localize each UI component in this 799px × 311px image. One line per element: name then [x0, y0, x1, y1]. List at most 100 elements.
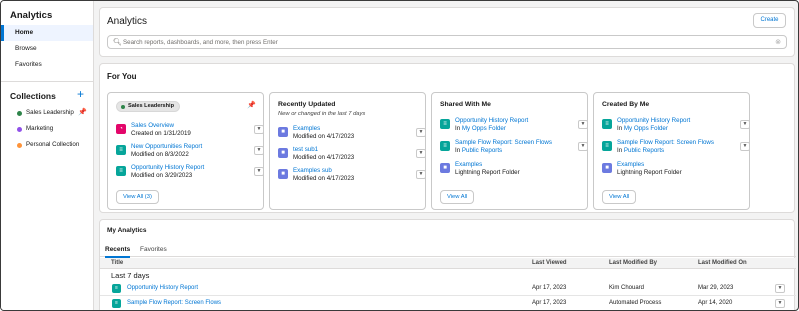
item-name[interactable]: Opportunity History Report [131, 164, 204, 171]
item-name[interactable]: Sales Overview [131, 122, 174, 129]
item-menu-button[interactable]: ▼ [254, 167, 264, 176]
row-title-link[interactable]: Sample Flow Report: Screen Flows [127, 300, 221, 306]
folder-icon: ■ [440, 163, 450, 173]
view-all-button[interactable]: View All (3) [116, 190, 159, 204]
add-collection-button[interactable]: + [77, 88, 84, 100]
item-meta: Modified on 8/3/2022 [131, 151, 189, 158]
table-row[interactable]: ≡ Opportunity History Report Apr 17, 202… [100, 282, 796, 296]
item-menu-button[interactable]: ▼ [740, 120, 750, 129]
sidebar-item-browse[interactable]: Browse [1, 41, 93, 57]
row-modified-by: Kim Chouard [609, 285, 645, 291]
collection-color-dot [17, 127, 22, 132]
item-menu-button[interactable]: ▼ [254, 146, 264, 155]
sidebar-item-home[interactable]: Home [1, 25, 93, 41]
search-input[interactable]: 🔍︎ Search reports, dashboards, and more,… [107, 35, 787, 49]
item-name[interactable]: New Opportunities Report [131, 143, 202, 150]
column-header-title[interactable]: Title [111, 260, 123, 266]
table-header: Title Last Viewed Last Modified By Last … [100, 258, 796, 269]
list-item[interactable]: ■ Examples Lightning Report Folder [602, 161, 742, 181]
item-name[interactable]: Opportunity History Report [455, 117, 528, 124]
collection-pill[interactable]: Sales Leadership [116, 101, 180, 112]
list-item[interactable]: ≡ Opportunity History Report In My Opps … [602, 117, 750, 137]
my-analytics-title: My Analytics [107, 227, 147, 234]
row-modified-by: Automated Process [609, 300, 662, 306]
list-item[interactable]: ■ Examples sub Modified on 4/17/2023 ▼ [278, 167, 426, 187]
folder-icon: ■ [278, 127, 288, 137]
list-item[interactable]: ■ Examples Modified on 4/17/2023 ▼ [278, 125, 426, 145]
created-by-me-card: Created By Me ≡ Opportunity History Repo… [593, 92, 750, 210]
view-all-button[interactable]: View All [602, 190, 637, 204]
item-menu-button[interactable]: ▼ [740, 142, 750, 151]
column-header-last-modified-on[interactable]: Last Modified On [698, 260, 747, 266]
row-menu-button[interactable]: ▼ [775, 299, 785, 308]
sidebar-divider [1, 81, 93, 82]
list-item[interactable]: ◔ Sales Overview Created on 1/31/2019 ▼ [116, 122, 264, 142]
recently-updated-card: Recently Updated New or changed in the l… [269, 92, 426, 210]
folder-icon: ■ [602, 163, 612, 173]
create-button[interactable]: Create [753, 13, 786, 28]
card-title: Recently Updated [278, 101, 336, 108]
report-icon: ≡ [112, 284, 121, 293]
shared-with-me-card: Shared With Me ≡ Opportunity History Rep… [431, 92, 588, 210]
column-header-last-modified-by[interactable]: Last Modified By [609, 260, 657, 266]
sidebar-item-favorites[interactable]: Favorites [1, 57, 93, 73]
item-meta: In My Opps Folder [617, 125, 668, 132]
item-name[interactable]: Opportunity History Report [617, 117, 690, 124]
item-menu-button[interactable]: ▼ [416, 128, 426, 137]
collection-item-marketing[interactable]: Marketing [1, 121, 93, 137]
folder-link[interactable]: My Opps Folder [624, 125, 668, 132]
folder-link[interactable]: My Opps Folder [462, 125, 506, 132]
list-item[interactable]: ≡ Opportunity History Report In My Opps … [440, 117, 588, 137]
for-you-title: For You [107, 72, 137, 81]
list-item[interactable]: ≡ Sample Flow Report: Screen Flows In Pu… [602, 139, 750, 159]
row-last-viewed: Apr 17, 2023 [532, 285, 567, 291]
clear-search-icon[interactable]: ⊗ [775, 38, 781, 46]
pin-icon[interactable]: 📌 [247, 101, 256, 109]
row-last-viewed: Apr 17, 2023 [532, 300, 567, 306]
tab-recents[interactable]: Recents [105, 246, 131, 258]
list-item[interactable]: ■ Examples Lightning Report Folder [440, 161, 580, 181]
page-header: Analytics Create 🔍︎ Search reports, dash… [99, 7, 795, 57]
item-menu-button[interactable]: ▼ [578, 120, 588, 129]
view-all-button[interactable]: View All [440, 190, 475, 204]
collection-item-sales-leadership[interactable]: Sales Leadership 📌 [1, 105, 93, 121]
collection-label: Sales Leadership [26, 109, 74, 116]
row-title-link[interactable]: Opportunity History Report [127, 285, 198, 291]
sidebar-title: Analytics [10, 10, 53, 21]
table-row[interactable]: ≡ Sample Flow Report: Screen Flows Apr 1… [100, 297, 796, 310]
item-name[interactable]: Sample Flow Report: Screen Flows [617, 139, 714, 146]
item-menu-button[interactable]: ▼ [416, 149, 426, 158]
row-modified-on: Mar 29, 2023 [698, 285, 734, 291]
collection-color-dot [17, 143, 22, 148]
column-header-last-viewed[interactable]: Last Viewed [532, 260, 567, 266]
item-menu-button[interactable]: ▼ [254, 125, 264, 134]
item-meta: Modified on 4/17/2023 [293, 154, 355, 161]
dashboard-icon: ◔ [116, 124, 126, 134]
list-item[interactable]: ■ test sub1 Modified on 4/17/2023 ▼ [278, 146, 426, 166]
item-name[interactable]: Examples [455, 161, 482, 168]
row-menu-button[interactable]: ▼ [775, 284, 785, 293]
tab-favorites[interactable]: Favorites [140, 246, 167, 253]
list-item[interactable]: ≡ New Opportunities Report Modified on 8… [116, 143, 264, 163]
item-meta: Modified on 3/29/2023 [131, 172, 193, 179]
folder-link[interactable]: Public Reports [462, 147, 502, 154]
folder-link[interactable]: Public Reports [624, 147, 664, 154]
app-frame: Analytics Home Browse Favorites Collecti… [0, 0, 799, 311]
pin-icon[interactable]: 📌 [78, 105, 87, 121]
item-meta: Modified on 4/17/2023 [293, 133, 355, 140]
collection-card: Sales Leadership 📌 ◔ Sales Overview Crea… [107, 92, 264, 210]
item-name[interactable]: Examples [293, 125, 320, 132]
list-item[interactable]: ≡ Sample Flow Report: Screen Flows In Pu… [440, 139, 588, 159]
item-menu-button[interactable]: ▼ [416, 170, 426, 179]
item-meta: Created on 1/31/2019 [131, 130, 191, 137]
item-meta: Lightning Report Folder [617, 169, 682, 176]
item-name[interactable]: Examples [617, 161, 644, 168]
item-menu-button[interactable]: ▼ [578, 142, 588, 151]
list-item[interactable]: ≡ Opportunity History Report Modified on… [116, 164, 264, 184]
row-modified-on: Apr 14, 2020 [698, 300, 733, 306]
item-name[interactable]: Examples sub [293, 167, 332, 174]
report-icon: ≡ [440, 119, 450, 129]
collection-item-personal[interactable]: Personal Collection [1, 137, 93, 153]
item-name[interactable]: Sample Flow Report: Screen Flows [455, 139, 552, 146]
item-name[interactable]: test sub1 [293, 146, 318, 153]
